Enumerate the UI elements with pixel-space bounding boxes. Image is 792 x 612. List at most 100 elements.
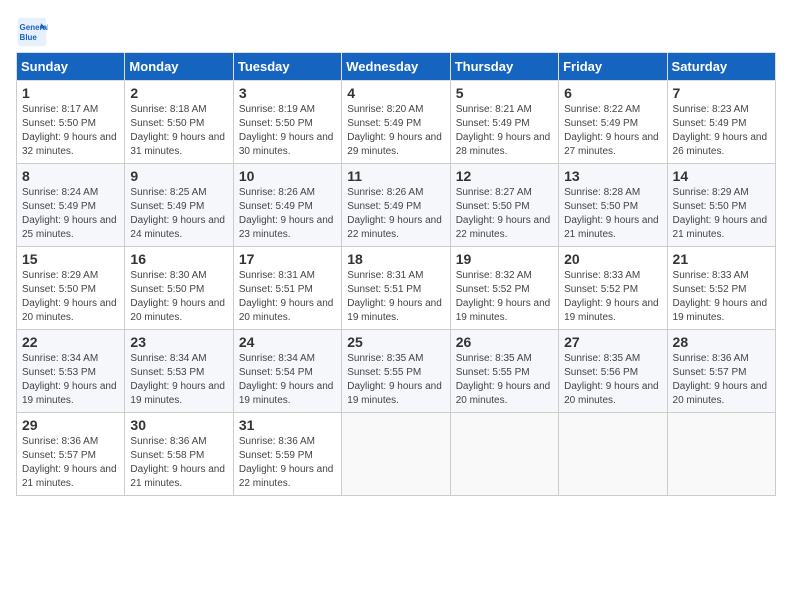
- day-number: 11: [347, 168, 444, 184]
- day-number: 12: [456, 168, 553, 184]
- weekday-header-tuesday: Tuesday: [233, 53, 341, 81]
- calendar-cell: 31 Sunrise: 8:36 AM Sunset: 5:59 PM Dayl…: [233, 413, 341, 496]
- day-info: Sunrise: 8:18 AM Sunset: 5:50 PM Dayligh…: [130, 103, 227, 159]
- calendar-cell: 4 Sunrise: 8:20 AM Sunset: 5:49 PM Dayli…: [342, 81, 450, 164]
- calendar-week-4: 22 Sunrise: 8:34 AM Sunset: 5:53 PM Dayl…: [17, 330, 776, 413]
- day-info: Sunrise: 8:27 AM Sunset: 5:50 PM Dayligh…: [456, 186, 553, 242]
- calendar-cell: 11 Sunrise: 8:26 AM Sunset: 5:49 PM Dayl…: [342, 164, 450, 247]
- day-info: Sunrise: 8:22 AM Sunset: 5:49 PM Dayligh…: [564, 103, 661, 159]
- day-info: Sunrise: 8:36 AM Sunset: 5:59 PM Dayligh…: [239, 435, 336, 491]
- calendar-cell: [667, 413, 775, 496]
- day-info: Sunrise: 8:23 AM Sunset: 5:49 PM Dayligh…: [673, 103, 770, 159]
- calendar-cell: 27 Sunrise: 8:35 AM Sunset: 5:56 PM Dayl…: [559, 330, 667, 413]
- calendar-cell: 19 Sunrise: 8:32 AM Sunset: 5:52 PM Dayl…: [450, 247, 558, 330]
- calendar-cell: 12 Sunrise: 8:27 AM Sunset: 5:50 PM Dayl…: [450, 164, 558, 247]
- calendar-cell: 8 Sunrise: 8:24 AM Sunset: 5:49 PM Dayli…: [17, 164, 125, 247]
- day-number: 19: [456, 251, 553, 267]
- day-number: 10: [239, 168, 336, 184]
- weekday-header-saturday: Saturday: [667, 53, 775, 81]
- calendar-cell: 5 Sunrise: 8:21 AM Sunset: 5:49 PM Dayli…: [450, 81, 558, 164]
- day-info: Sunrise: 8:25 AM Sunset: 5:49 PM Dayligh…: [130, 186, 227, 242]
- calendar-cell: 29 Sunrise: 8:36 AM Sunset: 5:57 PM Dayl…: [17, 413, 125, 496]
- weekday-header-sunday: Sunday: [17, 53, 125, 81]
- day-number: 2: [130, 85, 227, 101]
- day-info: Sunrise: 8:30 AM Sunset: 5:50 PM Dayligh…: [130, 269, 227, 325]
- day-number: 25: [347, 334, 444, 350]
- calendar-cell: 25 Sunrise: 8:35 AM Sunset: 5:55 PM Dayl…: [342, 330, 450, 413]
- calendar-cell: 10 Sunrise: 8:26 AM Sunset: 5:49 PM Dayl…: [233, 164, 341, 247]
- day-info: Sunrise: 8:33 AM Sunset: 5:52 PM Dayligh…: [564, 269, 661, 325]
- day-info: Sunrise: 8:31 AM Sunset: 5:51 PM Dayligh…: [347, 269, 444, 325]
- calendar-cell: 16 Sunrise: 8:30 AM Sunset: 5:50 PM Dayl…: [125, 247, 233, 330]
- calendar-week-2: 8 Sunrise: 8:24 AM Sunset: 5:49 PM Dayli…: [17, 164, 776, 247]
- calendar-cell: 1 Sunrise: 8:17 AM Sunset: 5:50 PM Dayli…: [17, 81, 125, 164]
- weekday-header-thursday: Thursday: [450, 53, 558, 81]
- day-info: Sunrise: 8:33 AM Sunset: 5:52 PM Dayligh…: [673, 269, 770, 325]
- calendar-table: SundayMondayTuesdayWednesdayThursdayFrid…: [16, 52, 776, 496]
- day-number: 28: [673, 334, 770, 350]
- day-info: Sunrise: 8:34 AM Sunset: 5:53 PM Dayligh…: [130, 352, 227, 408]
- calendar-cell: 6 Sunrise: 8:22 AM Sunset: 5:49 PM Dayli…: [559, 81, 667, 164]
- calendar-cell: 22 Sunrise: 8:34 AM Sunset: 5:53 PM Dayl…: [17, 330, 125, 413]
- day-info: Sunrise: 8:36 AM Sunset: 5:58 PM Dayligh…: [130, 435, 227, 491]
- weekday-header-friday: Friday: [559, 53, 667, 81]
- day-number: 27: [564, 334, 661, 350]
- calendar-cell: 3 Sunrise: 8:19 AM Sunset: 5:50 PM Dayli…: [233, 81, 341, 164]
- day-info: Sunrise: 8:26 AM Sunset: 5:49 PM Dayligh…: [239, 186, 336, 242]
- day-number: 7: [673, 85, 770, 101]
- calendar-week-3: 15 Sunrise: 8:29 AM Sunset: 5:50 PM Dayl…: [17, 247, 776, 330]
- day-number: 13: [564, 168, 661, 184]
- day-info: Sunrise: 8:36 AM Sunset: 5:57 PM Dayligh…: [673, 352, 770, 408]
- day-info: Sunrise: 8:29 AM Sunset: 5:50 PM Dayligh…: [673, 186, 770, 242]
- day-number: 21: [673, 251, 770, 267]
- logo-icon: General Blue: [16, 16, 48, 48]
- page-header: General Blue: [16, 16, 776, 48]
- day-info: Sunrise: 8:20 AM Sunset: 5:49 PM Dayligh…: [347, 103, 444, 159]
- calendar-cell: 15 Sunrise: 8:29 AM Sunset: 5:50 PM Dayl…: [17, 247, 125, 330]
- day-info: Sunrise: 8:21 AM Sunset: 5:49 PM Dayligh…: [456, 103, 553, 159]
- day-number: 1: [22, 85, 119, 101]
- day-number: 17: [239, 251, 336, 267]
- day-info: Sunrise: 8:28 AM Sunset: 5:50 PM Dayligh…: [564, 186, 661, 242]
- day-info: Sunrise: 8:24 AM Sunset: 5:49 PM Dayligh…: [22, 186, 119, 242]
- day-number: 20: [564, 251, 661, 267]
- svg-text:Blue: Blue: [20, 33, 38, 42]
- day-number: 4: [347, 85, 444, 101]
- calendar-week-5: 29 Sunrise: 8:36 AM Sunset: 5:57 PM Dayl…: [17, 413, 776, 496]
- calendar-week-1: 1 Sunrise: 8:17 AM Sunset: 5:50 PM Dayli…: [17, 81, 776, 164]
- calendar-cell: 24 Sunrise: 8:34 AM Sunset: 5:54 PM Dayl…: [233, 330, 341, 413]
- day-info: Sunrise: 8:35 AM Sunset: 5:55 PM Dayligh…: [456, 352, 553, 408]
- day-info: Sunrise: 8:29 AM Sunset: 5:50 PM Dayligh…: [22, 269, 119, 325]
- day-number: 18: [347, 251, 444, 267]
- day-number: 16: [130, 251, 227, 267]
- day-number: 22: [22, 334, 119, 350]
- day-info: Sunrise: 8:32 AM Sunset: 5:52 PM Dayligh…: [456, 269, 553, 325]
- calendar-cell: 20 Sunrise: 8:33 AM Sunset: 5:52 PM Dayl…: [559, 247, 667, 330]
- calendar-cell: 18 Sunrise: 8:31 AM Sunset: 5:51 PM Dayl…: [342, 247, 450, 330]
- calendar-cell: 13 Sunrise: 8:28 AM Sunset: 5:50 PM Dayl…: [559, 164, 667, 247]
- calendar-cell: [342, 413, 450, 496]
- day-info: Sunrise: 8:34 AM Sunset: 5:54 PM Dayligh…: [239, 352, 336, 408]
- day-number: 30: [130, 417, 227, 433]
- day-number: 26: [456, 334, 553, 350]
- day-number: 15: [22, 251, 119, 267]
- day-info: Sunrise: 8:17 AM Sunset: 5:50 PM Dayligh…: [22, 103, 119, 159]
- calendar-cell: 14 Sunrise: 8:29 AM Sunset: 5:50 PM Dayl…: [667, 164, 775, 247]
- calendar-cell: 26 Sunrise: 8:35 AM Sunset: 5:55 PM Dayl…: [450, 330, 558, 413]
- logo: General Blue: [16, 16, 52, 48]
- calendar-cell: [559, 413, 667, 496]
- day-info: Sunrise: 8:36 AM Sunset: 5:57 PM Dayligh…: [22, 435, 119, 491]
- day-info: Sunrise: 8:35 AM Sunset: 5:56 PM Dayligh…: [564, 352, 661, 408]
- day-number: 31: [239, 417, 336, 433]
- day-number: 8: [22, 168, 119, 184]
- day-number: 6: [564, 85, 661, 101]
- calendar-cell: 23 Sunrise: 8:34 AM Sunset: 5:53 PM Dayl…: [125, 330, 233, 413]
- weekday-header-monday: Monday: [125, 53, 233, 81]
- day-info: Sunrise: 8:34 AM Sunset: 5:53 PM Dayligh…: [22, 352, 119, 408]
- day-number: 5: [456, 85, 553, 101]
- calendar-cell: 28 Sunrise: 8:36 AM Sunset: 5:57 PM Dayl…: [667, 330, 775, 413]
- calendar-header-row: SundayMondayTuesdayWednesdayThursdayFrid…: [17, 53, 776, 81]
- day-info: Sunrise: 8:31 AM Sunset: 5:51 PM Dayligh…: [239, 269, 336, 325]
- day-info: Sunrise: 8:35 AM Sunset: 5:55 PM Dayligh…: [347, 352, 444, 408]
- day-info: Sunrise: 8:19 AM Sunset: 5:50 PM Dayligh…: [239, 103, 336, 159]
